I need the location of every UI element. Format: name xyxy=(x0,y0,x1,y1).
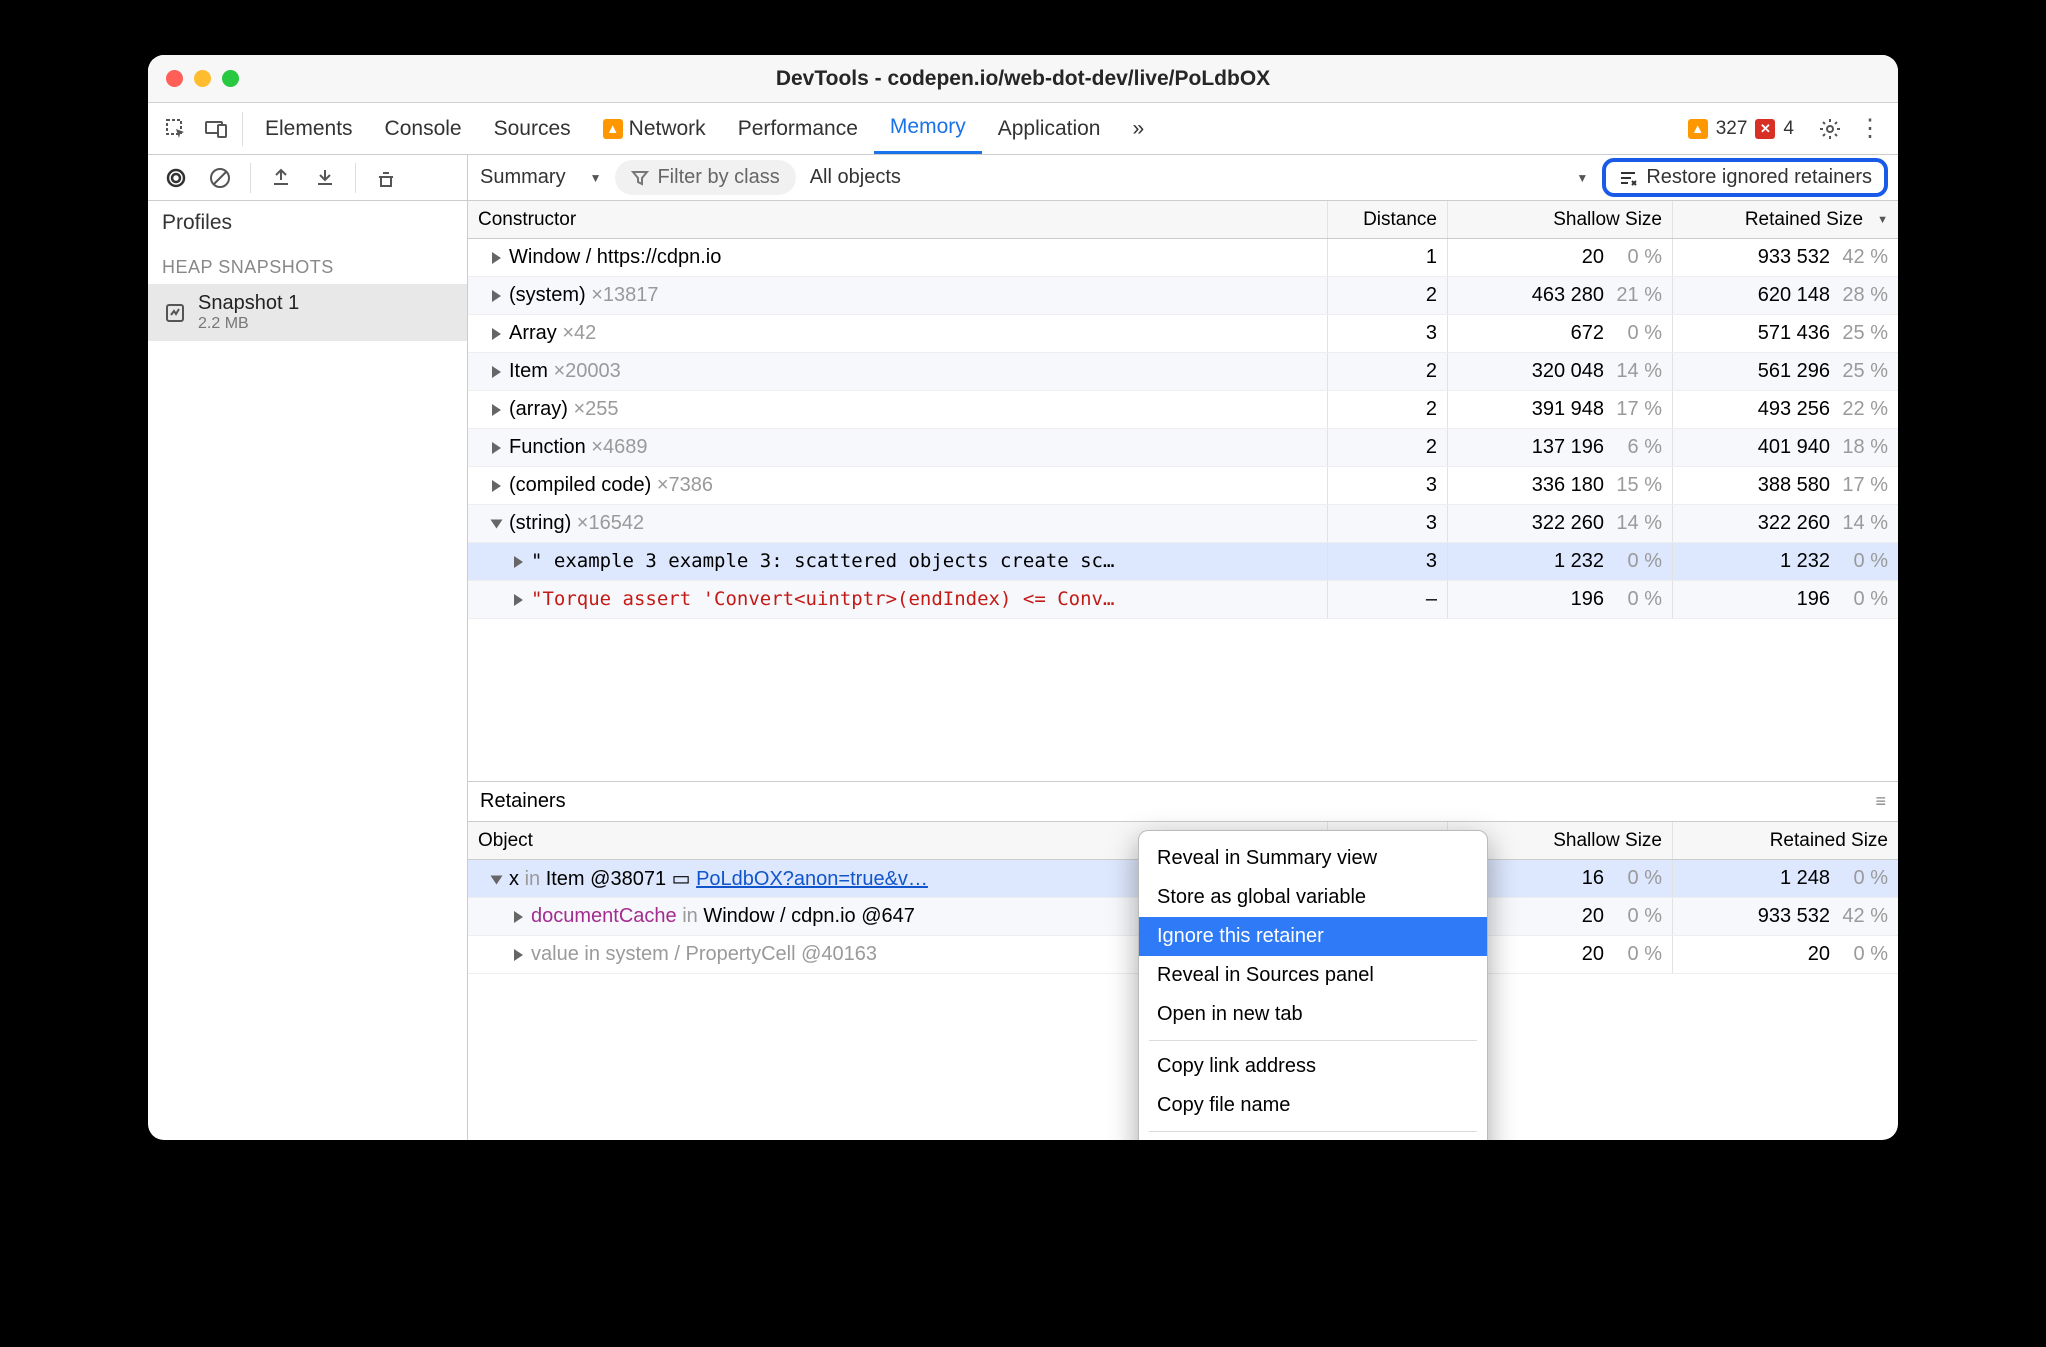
restore-icon xyxy=(1618,168,1638,188)
context-menu-item[interactable]: Open in new tab xyxy=(1139,995,1487,1034)
more-tabs[interactable]: » xyxy=(1116,103,1160,154)
disclosure-icon[interactable] xyxy=(514,594,523,606)
objects-dropdown[interactable]: All objects ▼ xyxy=(808,162,1591,193)
close-icon[interactable] xyxy=(166,70,183,87)
chevron-down-icon: ▼ xyxy=(1576,171,1588,185)
tab-application[interactable]: Application xyxy=(982,103,1117,154)
profiles-label: Profiles xyxy=(148,201,467,245)
snapshot-icon xyxy=(162,300,188,326)
table-row[interactable]: (string) ×165423322 26014 %322 26014 % xyxy=(468,505,1898,543)
disclosure-icon[interactable] xyxy=(492,328,501,340)
error-count: 4 xyxy=(1783,118,1794,140)
inspect-icon[interactable] xyxy=(156,117,196,141)
view-dropdown-label: Summary xyxy=(480,166,566,189)
tab-elements[interactable]: Elements xyxy=(249,103,369,154)
kebab-icon[interactable]: ⋮ xyxy=(1850,114,1890,143)
table-row[interactable]: Array ×4236720 %571 43625 % xyxy=(468,315,1898,353)
retainers-header: Retainers ≡ xyxy=(468,781,1898,822)
col-retained[interactable]: Retained Size▼ xyxy=(1673,201,1898,238)
disclosure-icon[interactable] xyxy=(514,556,523,568)
tab-network[interactable]: ▲ Network xyxy=(587,103,722,154)
warning-icon: ▲ xyxy=(603,119,623,139)
upload-icon[interactable] xyxy=(267,167,295,189)
gc-icon[interactable] xyxy=(372,167,400,189)
main-tabbar: ElementsConsoleSources▲ NetworkPerforman… xyxy=(148,103,1898,155)
zoom-icon[interactable] xyxy=(222,70,239,87)
context-menu-item[interactable]: Reveal in Summary view xyxy=(1139,839,1487,878)
disclosure-icon[interactable] xyxy=(491,519,503,528)
context-menu-item[interactable]: Sort By❯ xyxy=(1139,1138,1487,1140)
table-row[interactable]: Function ×46892137 1966 %401 94018 % xyxy=(468,429,1898,467)
context-menu-item[interactable]: Ignore this retainer xyxy=(1139,917,1487,956)
chevron-down-icon: ▼ xyxy=(590,171,602,185)
device-icon[interactable] xyxy=(196,117,236,141)
window-title: DevTools - codepen.io/web-dot-dev/live/P… xyxy=(776,67,1270,91)
col-constructor[interactable]: Constructor xyxy=(468,201,1328,238)
col-retained[interactable]: Retained Size xyxy=(1673,822,1898,859)
sort-desc-icon: ▼ xyxy=(1877,214,1888,226)
disclosure-icon[interactable] xyxy=(492,404,501,416)
context-menu-item[interactable]: Store as global variable xyxy=(1139,878,1487,917)
window-controls xyxy=(166,70,239,87)
view-dropdown[interactable]: Summary ▼ xyxy=(478,162,603,193)
devtools-window: DevTools - codepen.io/web-dot-dev/live/P… xyxy=(148,55,1898,1140)
table-row[interactable]: (compiled code) ×73863336 18015 %388 580… xyxy=(468,467,1898,505)
disclosure-icon[interactable] xyxy=(492,290,501,302)
disclosure-icon[interactable] xyxy=(491,875,503,884)
table-row[interactable]: Window / https://cdpn.io1200 %933 53242 … xyxy=(468,239,1898,277)
constructors-grid-header: Constructor Distance Shallow Size Retain… xyxy=(468,201,1898,239)
context-menu-item[interactable]: Copy link address xyxy=(1139,1047,1487,1086)
tab-performance[interactable]: Performance xyxy=(722,103,874,154)
download-icon[interactable] xyxy=(311,167,339,189)
table-row[interactable]: "Torque assert 'Convert<uintptr>(endInde… xyxy=(468,581,1898,619)
clear-icon[interactable] xyxy=(206,167,234,189)
col-distance[interactable]: Distance xyxy=(1328,201,1448,238)
table-row[interactable]: (array) ×2552391 94817 %493 25622 % xyxy=(468,391,1898,429)
error-icon[interactable]: ✕ xyxy=(1755,119,1775,139)
warning-count: 327 xyxy=(1716,118,1748,140)
disclosure-icon[interactable] xyxy=(492,366,501,378)
col-shallow[interactable]: Shallow Size xyxy=(1448,201,1673,238)
filter-placeholder: Filter by class xyxy=(657,166,779,189)
restore-label: Restore ignored retainers xyxy=(1646,166,1872,189)
disclosure-icon[interactable] xyxy=(492,252,501,264)
minimize-icon[interactable] xyxy=(194,70,211,87)
toolbar-left xyxy=(148,155,468,200)
context-menu-item[interactable]: Reveal in Sources panel xyxy=(1139,956,1487,995)
table-row[interactable]: " example 3 example 3: scattered objects… xyxy=(468,543,1898,581)
settings-icon[interactable] xyxy=(1810,117,1850,141)
disclosure-icon[interactable] xyxy=(514,949,523,961)
tab-memory[interactable]: Memory xyxy=(874,103,982,154)
restore-ignored-retainers-button[interactable]: Restore ignored retainers xyxy=(1602,158,1888,197)
snapshot-name: Snapshot 1 xyxy=(198,292,299,315)
table-row[interactable]: (system) ×138172463 28021 %620 14828 % xyxy=(468,277,1898,315)
disclosure-icon[interactable] xyxy=(492,480,501,492)
titlebar: DevTools - codepen.io/web-dot-dev/live/P… xyxy=(148,55,1898,103)
warning-icon[interactable]: ▲ xyxy=(1688,119,1708,139)
constructors-grid-body: Window / https://cdpn.io1200 %933 53242 … xyxy=(468,239,1898,781)
tab-console[interactable]: Console xyxy=(369,103,478,154)
sidebar: Profiles HEAP SNAPSHOTS Snapshot 1 2.2 M… xyxy=(148,201,468,1140)
memory-toolbar: Summary ▼ Filter by class All objects ▼ … xyxy=(148,155,1898,201)
tab-sources[interactable]: Sources xyxy=(478,103,587,154)
hamburger-icon[interactable]: ≡ xyxy=(1875,791,1886,812)
objects-dropdown-label: All objects xyxy=(810,166,901,189)
filter-input[interactable]: Filter by class xyxy=(615,160,795,195)
context-menu: Reveal in Summary viewStore as global va… xyxy=(1138,830,1488,1140)
toolbar-right: Summary ▼ Filter by class All objects ▼ … xyxy=(468,155,1898,200)
filter-icon xyxy=(631,169,649,187)
disclosure-icon[interactable] xyxy=(514,911,523,923)
snapshot-size: 2.2 MB xyxy=(198,315,299,333)
sidebar-item-snapshot[interactable]: Snapshot 1 2.2 MB xyxy=(148,284,467,341)
heap-snapshots-header: HEAP SNAPSHOTS xyxy=(148,245,467,284)
record-icon[interactable] xyxy=(162,167,190,189)
table-row[interactable]: Item ×200032320 04814 %561 29625 % xyxy=(468,353,1898,391)
disclosure-icon[interactable] xyxy=(492,442,501,454)
context-menu-item[interactable]: Copy file name xyxy=(1139,1086,1487,1125)
